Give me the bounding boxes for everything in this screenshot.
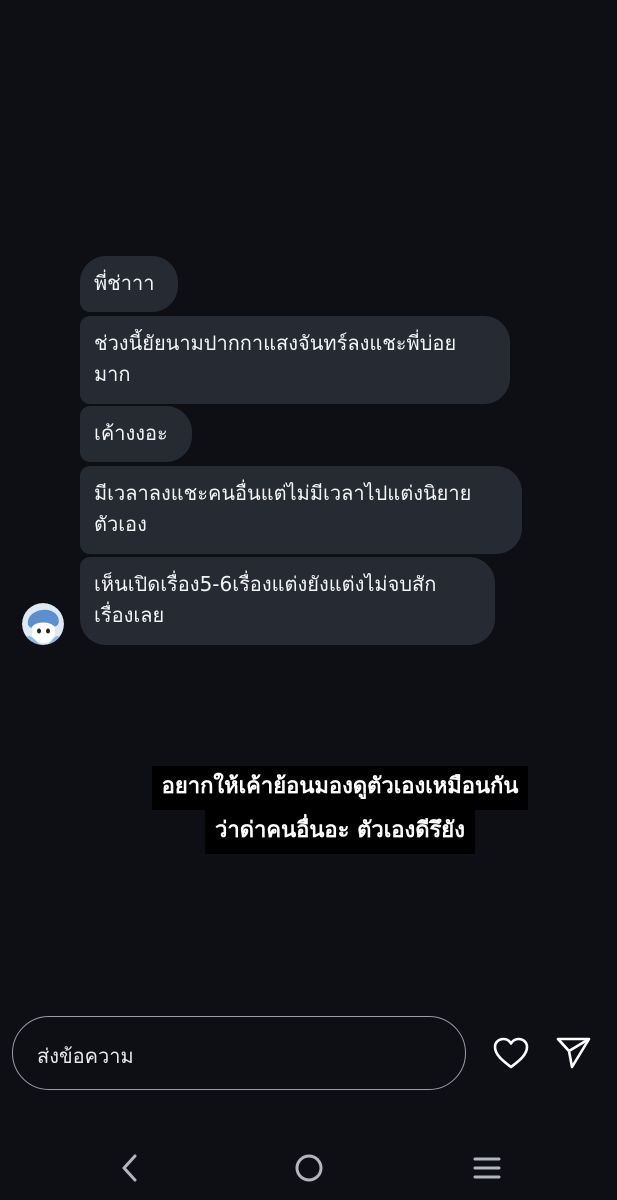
system-navigation-bar bbox=[0, 1130, 617, 1200]
message-bubble[interactable]: มีเวลาลงแชะคนอื่นแต่ไม่มีเวลาไปแต่งนิยาย… bbox=[80, 466, 522, 554]
send-icon[interactable] bbox=[551, 1031, 595, 1075]
menu-lines-icon[interactable] bbox=[467, 1148, 507, 1188]
story-caption: อยากให้เค้าย้อนมองดูตัวเองเหมือนกัน ว่าด… bbox=[0, 766, 617, 854]
back-chevron-icon[interactable] bbox=[110, 1148, 150, 1188]
caption-line: ว่าด่าคนอื่นอะ ตัวเองดีรึยัง bbox=[205, 810, 475, 854]
message-input-placeholder: ส่งข้อความ bbox=[37, 1044, 134, 1068]
sender-avatar[interactable] bbox=[22, 603, 64, 645]
message-text-line: มีเวลาลงแชะคนอื่นแต่ไม่มีเวลาไปแต่งนิยาย bbox=[94, 481, 472, 505]
message-text: เค้างงอะ bbox=[94, 421, 168, 445]
caption-line: อยากให้เค้าย้อนมองดูตัวเองเหมือนกัน bbox=[151, 766, 529, 810]
message-bubble[interactable]: เห็นเปิดเรื่อง5-6เรื่องแต่งยังแต่งไม่จบส… bbox=[80, 557, 495, 645]
message-text-line: ช่วงนี้ยัยนามปากกาแสงจันทร์ลงแชะพี่บ่อย bbox=[94, 331, 457, 355]
message-input[interactable]: ส่งข้อความ bbox=[12, 1016, 466, 1090]
message-text-line: มาก bbox=[94, 362, 131, 386]
home-circle-icon[interactable] bbox=[289, 1148, 329, 1188]
message-text-line: เห็นเปิดเรื่อง5-6เรื่องแต่งยังแต่งไม่จบส… bbox=[94, 572, 437, 596]
message-bubble[interactable]: ช่วงนี้ยัยนามปากกาแสงจันทร์ลงแชะพี่บ่อย … bbox=[80, 316, 510, 404]
heart-icon[interactable] bbox=[489, 1031, 533, 1075]
avatar-image bbox=[22, 603, 64, 645]
message-text-line: เรื่องเลย bbox=[94, 603, 165, 627]
message-text: พี่ช่าาา bbox=[94, 271, 155, 295]
message-bubble[interactable]: พี่ช่าาา bbox=[80, 256, 178, 312]
message-bubble[interactable]: เค้างงอะ bbox=[80, 406, 192, 462]
message-text-line: ตัวเอง bbox=[94, 512, 147, 536]
